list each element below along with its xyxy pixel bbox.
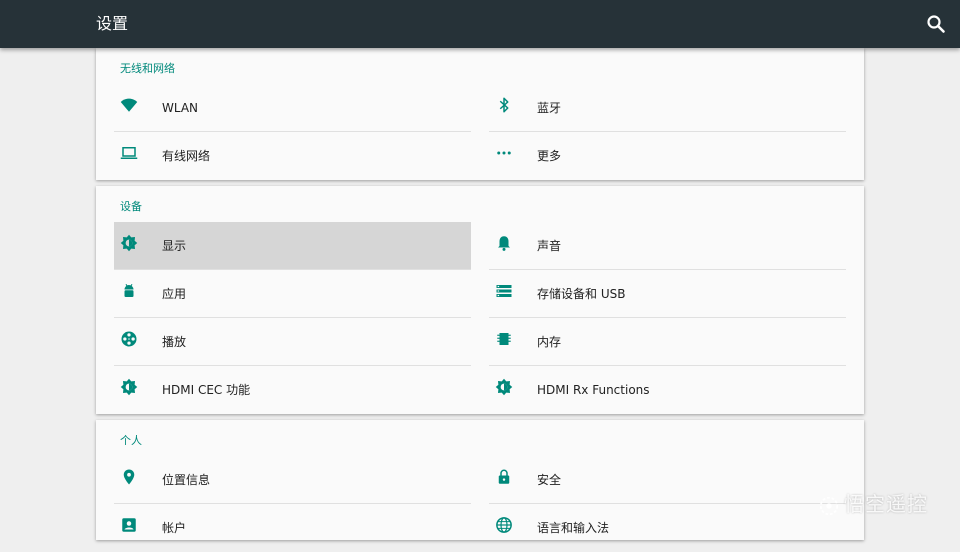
page-title: 设置 bbox=[96, 14, 129, 33]
wifi-icon bbox=[120, 96, 138, 114]
settings-item-label: 内存 bbox=[537, 335, 562, 349]
account-box-icon bbox=[120, 516, 138, 534]
memory-icon bbox=[495, 330, 513, 348]
settings-item-label: 安全 bbox=[537, 473, 562, 487]
film-reel-icon bbox=[120, 330, 138, 348]
more-dots-icon bbox=[495, 144, 513, 162]
brightness-icon bbox=[495, 378, 513, 396]
settings-item-label: 更多 bbox=[537, 149, 562, 163]
globe-icon bbox=[495, 516, 513, 534]
settings-item-label: 声音 bbox=[537, 239, 562, 253]
settings-item-ethernet[interactable]: 有线网络 bbox=[114, 132, 471, 180]
settings-item-wlan[interactable]: WLAN bbox=[114, 84, 471, 132]
settings-item-hdmi-rx[interactable]: HDMI Rx Functions bbox=[489, 366, 846, 414]
settings-item-label: HDMI CEC 功能 bbox=[162, 383, 251, 397]
brightness-icon bbox=[120, 234, 138, 252]
location-pin-icon bbox=[120, 468, 138, 486]
watermark: 悟空遥控 bbox=[818, 488, 928, 516]
settings-item-label: HDMI Rx Functions bbox=[537, 383, 650, 397]
settings-item-language-input[interactable]: 语言和输入法 bbox=[489, 504, 846, 552]
section-header-network: 无线和网络 bbox=[120, 62, 175, 75]
watermark-logo-icon bbox=[818, 495, 840, 517]
settings-item-label: 显示 bbox=[162, 239, 187, 253]
bluetooth-icon bbox=[495, 96, 513, 114]
settings-item-more[interactable]: 更多 bbox=[489, 132, 846, 180]
settings-item-sound[interactable]: 声音 bbox=[489, 222, 846, 270]
settings-item-bluetooth[interactable]: 蓝牙 bbox=[489, 84, 846, 132]
settings-item-label: 有线网络 bbox=[162, 149, 211, 163]
watermark-text: 悟空遥控 bbox=[844, 492, 928, 516]
settings-item-hdmi-cec[interactable]: HDMI CEC 功能 bbox=[114, 366, 471, 414]
settings-item-label: 播放 bbox=[162, 335, 187, 349]
section-header-personal: 个人 bbox=[120, 434, 142, 447]
section-header-device: 设备 bbox=[120, 200, 142, 213]
settings-item-display[interactable]: 显示 bbox=[114, 222, 471, 270]
settings-item-label: 存储设备和 USB bbox=[537, 287, 626, 301]
network-section-card: 无线和网络 WLAN 蓝牙 有线网络 更多 bbox=[96, 48, 864, 180]
settings-item-label: 语言和输入法 bbox=[537, 521, 610, 535]
personal-section-card: 个人 位置信息 安全 帐户 语言和输入法 bbox=[96, 420, 864, 540]
app-bar: 设置 bbox=[0, 0, 960, 48]
settings-item-playback[interactable]: 播放 bbox=[114, 318, 471, 366]
storage-icon bbox=[495, 282, 513, 300]
settings-item-location[interactable]: 位置信息 bbox=[114, 456, 471, 504]
brightness-icon bbox=[120, 378, 138, 396]
bell-icon bbox=[495, 234, 513, 252]
settings-item-label: 蓝牙 bbox=[537, 101, 562, 115]
settings-item-label: 应用 bbox=[162, 287, 187, 301]
settings-item-label: 帐户 bbox=[162, 521, 187, 535]
lock-icon bbox=[495, 468, 513, 486]
device-section-card: 设备 显示 声音 应用 存储设备和 USB 播放 内存 HDMI CEC 功能 … bbox=[96, 186, 864, 414]
settings-item-security[interactable]: 安全 bbox=[489, 456, 846, 504]
settings-item-accounts[interactable]: 帐户 bbox=[114, 504, 471, 552]
settings-item-storage-usb[interactable]: 存储设备和 USB bbox=[489, 270, 846, 318]
laptop-icon bbox=[120, 144, 138, 162]
settings-item-label: WLAN bbox=[162, 101, 199, 115]
settings-item-label: 位置信息 bbox=[162, 473, 211, 487]
settings-item-apps[interactable]: 应用 bbox=[114, 270, 471, 318]
android-icon bbox=[120, 282, 138, 300]
settings-item-memory[interactable]: 内存 bbox=[489, 318, 846, 366]
search-icon[interactable] bbox=[924, 12, 948, 36]
